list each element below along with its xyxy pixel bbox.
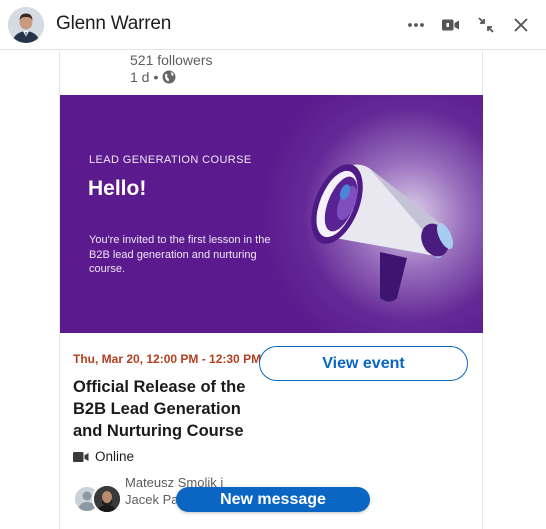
followers-count: 521 followers (130, 52, 213, 68)
minimize-button[interactable] (474, 13, 498, 37)
post-time: 1 d (130, 69, 150, 85)
megaphone-icon (311, 164, 454, 302)
banner-greeting: Hello! (88, 177, 147, 200)
banner-invite-text: You're invited to the first lesson in th… (89, 234, 271, 275)
chat-header: Glenn Warren (0, 0, 546, 50)
more-options-button[interactable] (404, 13, 428, 37)
post-meta: 1 d • (130, 69, 176, 85)
video-call-button[interactable] (439, 13, 463, 37)
new-message-button[interactable]: New message (176, 487, 370, 512)
globe-icon (162, 70, 176, 84)
event-location-label: Online (95, 449, 135, 464)
event-banner-image[interactable]: LEAD GENERATION COURSE Hello! You're inv… (60, 95, 483, 333)
minimize-icon (478, 17, 494, 33)
event-location: Online (73, 449, 134, 464)
view-event-button[interactable]: View event (259, 346, 468, 381)
course-label: LEAD GENERATION COURSE (89, 154, 252, 166)
close-button[interactable] (509, 13, 533, 37)
attendee-avatar (92, 484, 122, 514)
video-camera-icon (73, 451, 89, 462)
contact-name[interactable]: Glenn Warren (56, 13, 171, 35)
avatar[interactable] (8, 7, 44, 43)
event-title[interactable]: Official Release of the B2B Lead Generat… (73, 376, 273, 442)
event-date: Thu, Mar 20, 12:00 PM - 12:30 PM (73, 352, 262, 366)
close-icon (514, 18, 528, 32)
more-icon (408, 23, 424, 27)
video-call-icon (442, 19, 459, 31)
meta-separator: • (153, 69, 159, 85)
attendee-avatars (73, 483, 125, 515)
